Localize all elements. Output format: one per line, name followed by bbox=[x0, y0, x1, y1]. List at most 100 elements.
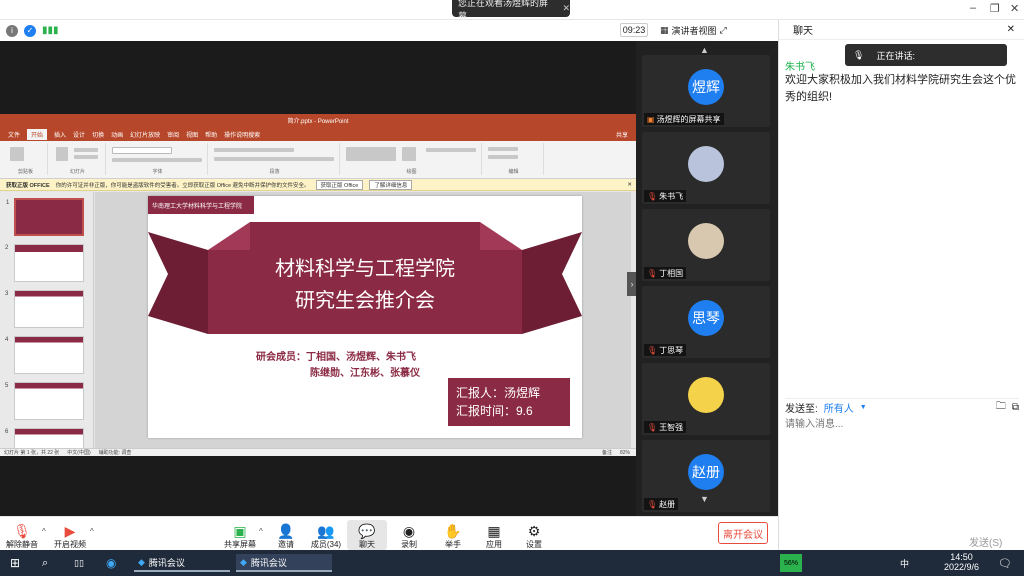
chat-title: 聊天 bbox=[793, 26, 813, 37]
scroll-down-icon[interactable]: ▼ bbox=[700, 494, 709, 504]
record-icon: ◉ bbox=[402, 523, 416, 539]
report-date: 汇报时间：9.6 bbox=[456, 404, 533, 418]
view-mode-label: 演讲者视图 bbox=[671, 25, 717, 36]
invite-button[interactable]: 👤 邀请 bbox=[266, 520, 306, 550]
ppt-ribbon: 剪贴板 幻灯片 字体 段落 绘图 编辑 bbox=[0, 141, 636, 179]
meeting-control-bar: 🎙 解除静音 ^ ▶ 开启视频 ^ ▣ 共享屏幕 ^ 👤 邀请 👥 成员(34) 💬 聊天 … bbox=[0, 516, 778, 550]
chat-header: 聊天 ✕ bbox=[779, 20, 1024, 40]
taskbar-app-meeting[interactable]: ◆ 腾讯会议 bbox=[134, 554, 230, 572]
ppt-tab[interactable]: 视图 bbox=[186, 130, 198, 139]
leave-meeting-button[interactable]: 离开会议 bbox=[718, 522, 768, 544]
settings-button[interactable]: ⚙ 设置 bbox=[514, 520, 554, 550]
slide-thumb[interactable]: 4 bbox=[5, 336, 84, 374]
zoom-level[interactable]: 82% bbox=[620, 450, 630, 456]
participant-name: 🎙 丁相国 bbox=[644, 267, 687, 279]
slide-thumb[interactable]: 5 bbox=[5, 382, 84, 420]
notes-button[interactable]: 备注 bbox=[602, 449, 612, 456]
mic-muted-icon: 🎙 bbox=[13, 523, 31, 539]
windows-start-icon[interactable]: ⊞ bbox=[10, 554, 20, 572]
avatar: 赵册 bbox=[688, 454, 724, 490]
share-screen-button[interactable]: ▣ 共享屏幕 bbox=[220, 520, 260, 550]
meeting-app-icon: ◆ bbox=[138, 556, 145, 567]
members-button[interactable]: 👥 成员(34) bbox=[306, 520, 346, 550]
ppt-tab[interactable]: 审阅 bbox=[167, 130, 179, 139]
task-view-icon[interactable]: ▯▯ bbox=[74, 554, 84, 572]
chevron-up-icon[interactable]: ^ bbox=[90, 527, 94, 536]
chat-panel: 聊天 ✕ 🎙 正在讲话: 朱书飞 欢迎大家积极加入我们材料学院研究生会这个优秀的… bbox=[778, 20, 1024, 550]
taskbar-app-meeting[interactable]: ◆ 腾讯会议 bbox=[236, 554, 332, 572]
participant-tile[interactable]: 🎙 王智强 bbox=[642, 363, 770, 435]
view-mode-button[interactable]: ▦ 演讲者视图 ⤢ bbox=[660, 22, 750, 38]
close-icon[interactable]: ✕ bbox=[1007, 24, 1015, 35]
participant-name: ▣ 汤煜辉的屏幕共享 bbox=[644, 113, 724, 125]
message-text: 欢迎大家积极加入我们材料学院研究生会这个优秀的组织! bbox=[785, 74, 1016, 103]
start-video-button[interactable]: ▶ 开启视频 bbox=[50, 520, 90, 550]
ribbon-group-editing: 编辑 bbox=[484, 143, 544, 175]
clock[interactable]: 14:50 2022/9/6 bbox=[944, 552, 979, 574]
screenshot-icon[interactable]: ⧉ bbox=[1012, 402, 1019, 413]
ppt-tab[interactable]: 插入 bbox=[54, 130, 66, 139]
maximize-button[interactable]: ❐ bbox=[990, 2, 1000, 15]
participant-tile[interactable]: 思琴 🎙 丁思琴 bbox=[642, 286, 770, 358]
chat-icon: 💬 bbox=[358, 523, 376, 539]
record-button[interactable]: ◉ 录制 bbox=[389, 520, 429, 550]
participant-tile[interactable]: 煜辉 ▣ 汤煜辉的屏幕共享 bbox=[642, 55, 770, 127]
slide-thumb[interactable]: 2 bbox=[5, 244, 84, 282]
share-banner-text: 您正在观看汤煜辉的屏幕 bbox=[458, 0, 549, 21]
apps-icon: ▦ bbox=[487, 523, 501, 539]
message-input[interactable] bbox=[785, 416, 1019, 432]
search-icon[interactable]: ⌕ bbox=[42, 554, 48, 572]
ppt-tab-home[interactable]: 开始 bbox=[27, 128, 48, 140]
avatar: 思琴 bbox=[688, 300, 724, 336]
apps-button[interactable]: ▦ 应用 bbox=[474, 520, 514, 550]
ppt-tab[interactable]: 幻灯片放映 bbox=[130, 130, 160, 139]
notification-icon[interactable]: 🗨 bbox=[998, 554, 1012, 572]
scroll-up-icon[interactable]: ▲ bbox=[700, 45, 709, 55]
send-button[interactable]: 发送(S) bbox=[969, 534, 1002, 549]
signal-icon[interactable]: ▮▮▮ bbox=[42, 25, 59, 36]
raise-hand-button[interactable]: ✋ 举手 bbox=[433, 520, 473, 550]
participant-tile[interactable]: 🎙 朱书飞 bbox=[642, 132, 770, 204]
info-icon[interactable]: i bbox=[6, 24, 18, 37]
chevron-down-icon[interactable]: ▼ bbox=[860, 404, 867, 411]
chat-button[interactable]: 💬 聊天 bbox=[347, 520, 387, 550]
participant-name: 🎙 丁思琴 bbox=[644, 344, 687, 356]
speaking-indicator: 🎙 正在讲话: bbox=[845, 44, 1007, 66]
edge-icon[interactable]: ◉ bbox=[106, 554, 116, 572]
unmute-button[interactable]: 🎙 解除静音 bbox=[2, 520, 42, 550]
ribbon-group-drawing: 绘图 bbox=[342, 143, 482, 175]
current-slide: 华南理工大学材料科学与工程学院 材料科学与工程学院 研究生会推介会 研会成员：丁… bbox=[148, 196, 582, 438]
recipient-select[interactable]: 所有人 bbox=[824, 400, 854, 415]
participant-tile[interactable]: 🎙 丁相国 bbox=[642, 209, 770, 281]
chevron-up-icon[interactable]: ^ bbox=[42, 527, 46, 536]
language: 中文(中国) bbox=[67, 450, 91, 456]
close-icon[interactable]: ✕ bbox=[627, 182, 632, 188]
get-genuine-button[interactable]: 获取正版 Office bbox=[315, 179, 364, 190]
minimize-button[interactable]: – bbox=[970, 2, 976, 14]
close-icon[interactable]: ✕ bbox=[562, 3, 570, 14]
mic-muted-icon: 🎙 bbox=[647, 422, 658, 432]
expand-icon: ⤢ bbox=[719, 24, 727, 35]
slide-thumb[interactable]: 3 bbox=[5, 290, 84, 328]
ppt-tab[interactable]: 切换 bbox=[92, 130, 104, 139]
ppt-tab[interactable]: 操作说明搜索 bbox=[224, 130, 260, 139]
meeting-timer: 09:23 bbox=[620, 23, 648, 37]
ppt-tab[interactable]: 帮助 bbox=[205, 130, 217, 139]
slide-thumb[interactable]: 1 bbox=[6, 198, 84, 236]
ppt-ribbon-tabs: 文件 开始 插入 设计 切换 动画 幻灯片放映 审阅 视图 帮助 操作说明搜索 … bbox=[0, 127, 636, 141]
shield-icon[interactable]: ✓ bbox=[24, 24, 36, 37]
ppt-tab[interactable]: 动画 bbox=[111, 130, 123, 139]
slide-thumb[interactable]: 6 bbox=[5, 428, 84, 448]
close-button[interactable]: ✕ bbox=[1010, 2, 1019, 15]
ppt-tab[interactable]: 设计 bbox=[73, 130, 85, 139]
file-icon[interactable]: 🗀 bbox=[996, 399, 1006, 416]
ppt-tab[interactable]: 文件 bbox=[8, 130, 20, 139]
avatar bbox=[688, 146, 724, 182]
ime-indicator[interactable]: 中 bbox=[900, 554, 909, 572]
battery-indicator[interactable]: 56% bbox=[780, 554, 802, 572]
ppt-share-button[interactable]: 共享 bbox=[616, 130, 628, 139]
chevron-up-icon[interactable]: ^ bbox=[259, 527, 263, 536]
learn-more-button[interactable]: 了解详细信息 bbox=[369, 179, 413, 190]
participant-sidebar: ▲ 煜辉 ▣ 汤煜辉的屏幕共享 🎙 朱书飞 🎙 丁相国 思琴 🎙 丁思琴 🎙 王智强 赵册… bbox=[636, 41, 778, 516]
ribbon-group-font: 字体 bbox=[108, 143, 208, 175]
